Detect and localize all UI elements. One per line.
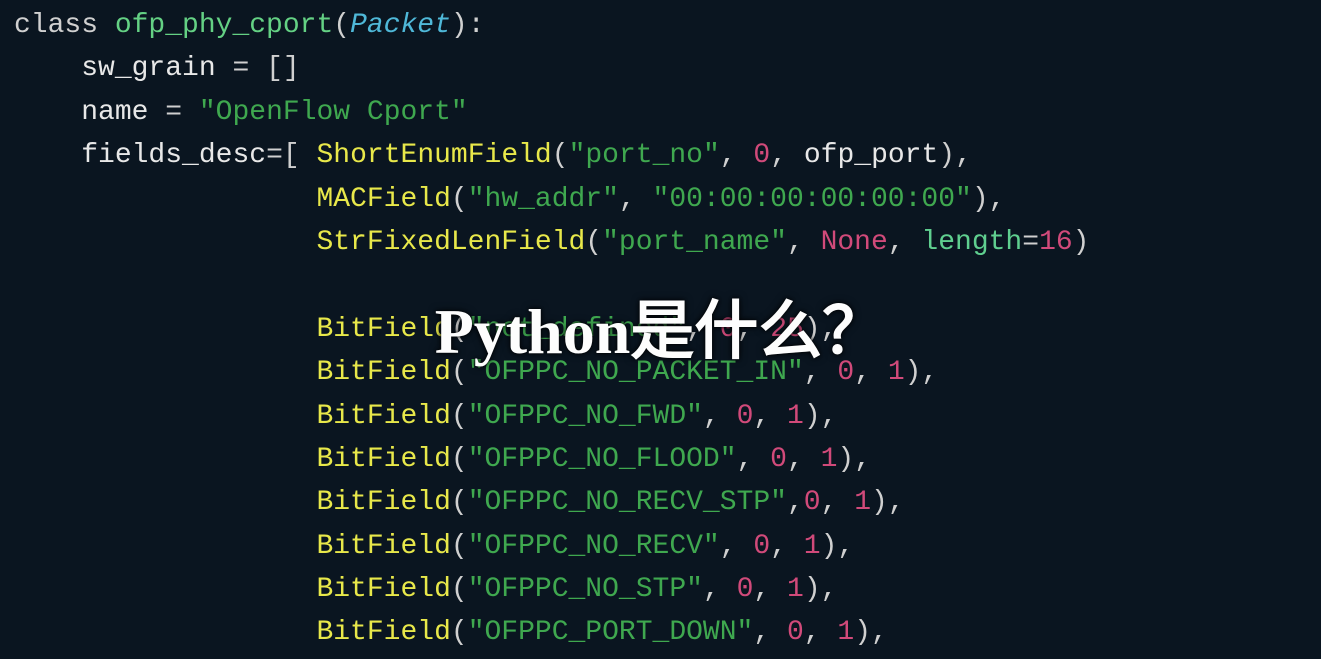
base-class: Packet <box>350 10 451 41</box>
code-block: class ofp_phy_cport(Packet): sw_grain = … <box>0 0 1321 659</box>
str-name: "OpenFlow Cport" <box>199 97 468 128</box>
var-swgrain: sw_grain <box>81 53 215 84</box>
var-name: name <box>81 97 148 128</box>
func-bitfield: BitField <box>316 314 450 345</box>
var-fields: fields_desc <box>81 140 266 171</box>
class-name: ofp_phy_cport <box>115 10 333 41</box>
func-strfixed: StrFixedLenField <box>316 227 585 258</box>
func-shortenum: ShortEnumField <box>317 140 552 171</box>
func-macfield: MACField <box>316 184 450 215</box>
keyword-class: class <box>14 10 98 41</box>
